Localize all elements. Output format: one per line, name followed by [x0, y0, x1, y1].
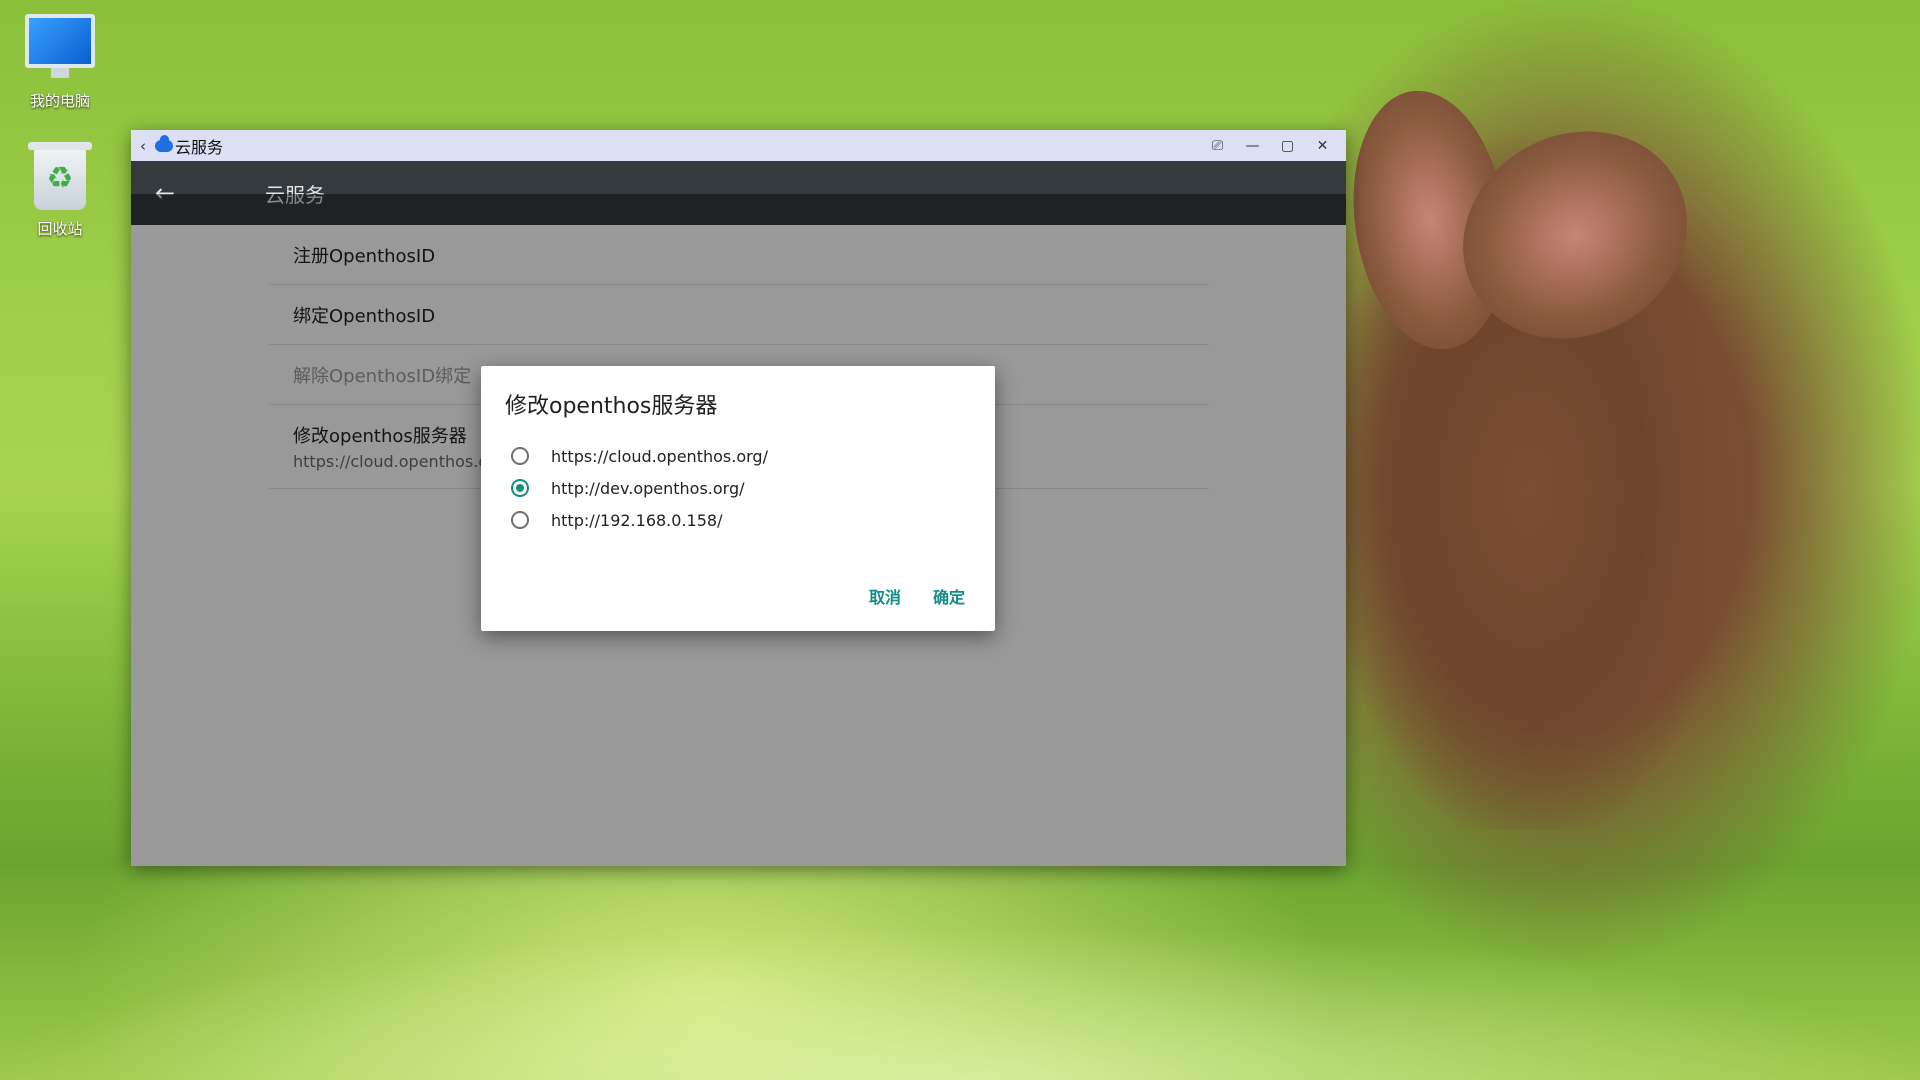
server-option-label: https://cloud.openthos.org/ — [551, 446, 768, 466]
confirm-button[interactable]: 确定 — [933, 584, 965, 608]
server-option-label: http://192.168.0.158/ — [551, 510, 723, 530]
window-titlebar[interactable]: ‹ 云服务 ⎚ — ▢ ✕ — [131, 130, 1346, 161]
window-controls: ⎚ — ▢ ✕ — [1200, 130, 1340, 161]
lock-icon[interactable]: ⎚ — [1200, 138, 1235, 154]
radio-button[interactable] — [511, 511, 529, 529]
server-option[interactable]: http://dev.openthos.org/ — [511, 472, 745, 504]
recycle-bin-icon: ♻ — [28, 142, 92, 210]
desktop-icon-label: 我的电脑 — [29, 92, 90, 110]
window-title: 云服务 — [175, 137, 224, 157]
maximize-button[interactable]: ▢ — [1270, 138, 1305, 154]
desktop-icon-label: 回收站 — [37, 220, 83, 238]
cloud-icon — [155, 134, 173, 152]
minimize-button[interactable]: — — [1235, 138, 1270, 154]
close-button[interactable]: ✕ — [1305, 138, 1340, 154]
server-option[interactable]: https://cloud.openthos.org/ — [511, 440, 768, 472]
radio-button-selected[interactable] — [511, 479, 529, 497]
desktop-icon-my-computer[interactable]: 我的电脑 — [12, 14, 108, 111]
computer-icon — [25, 14, 95, 78]
chevron-left-icon[interactable]: ‹ — [131, 137, 155, 155]
dialog-title: 修改openthos服务器 — [505, 394, 718, 419]
cancel-button[interactable]: 取消 — [869, 584, 901, 608]
radio-button[interactable] — [511, 447, 529, 465]
server-option[interactable]: http://192.168.0.158/ — [511, 504, 722, 536]
server-select-dialog: 修改openthos服务器 https://cloud.openthos.org… — [481, 366, 995, 631]
server-option-label: http://dev.openthos.org/ — [551, 478, 745, 498]
desktop-icon-recycle-bin[interactable]: ♻ 回收站 — [12, 142, 108, 239]
